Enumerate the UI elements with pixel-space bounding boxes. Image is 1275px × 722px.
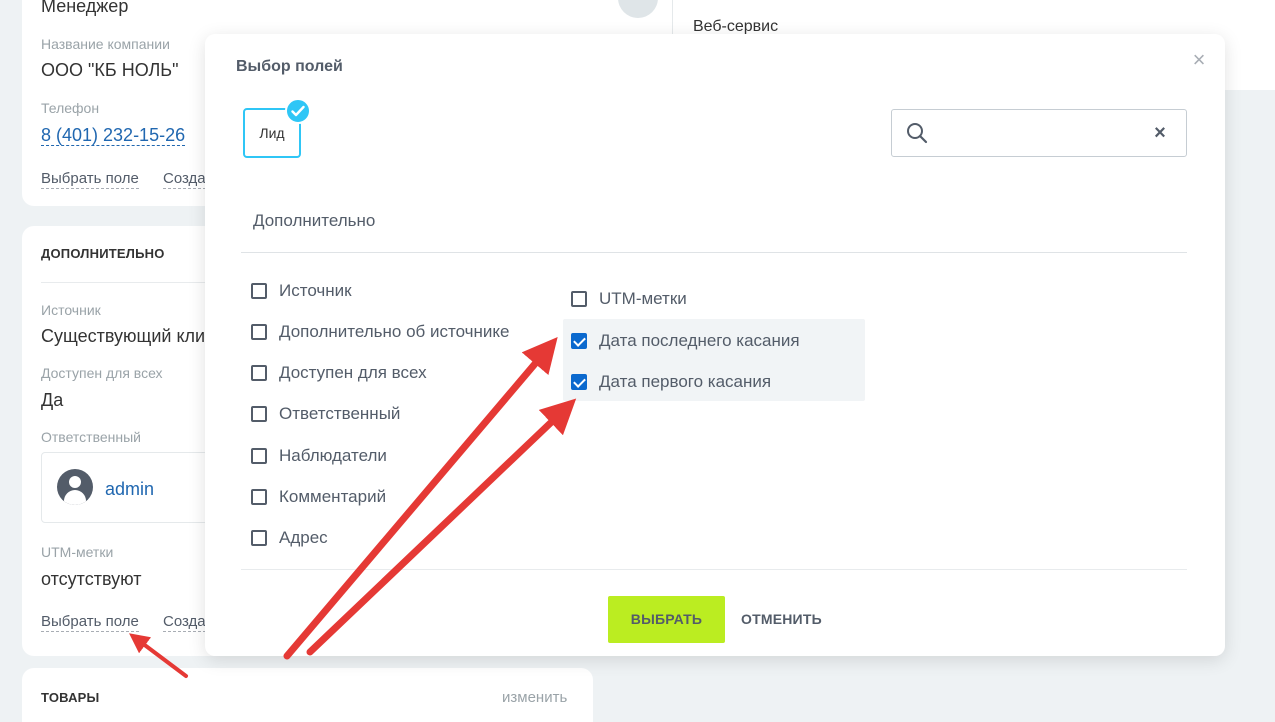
clear-icon[interactable]: × xyxy=(1150,123,1170,143)
footer-divider xyxy=(241,569,1187,570)
source-label: Источник xyxy=(41,302,101,318)
source-value: Существующий кли xyxy=(41,326,206,346)
checkbox[interactable] xyxy=(571,291,587,307)
cancel-button[interactable]: ОТМЕНИТЬ xyxy=(741,596,822,643)
search-box[interactable]: × xyxy=(891,109,1187,157)
user-avatar-icon xyxy=(57,469,93,505)
field-picker-dialog: Выбор полей × Лид × Дополнительно Источн… xyxy=(205,34,1225,656)
checkbox[interactable] xyxy=(251,406,267,422)
create-field-link[interactable]: Созда xyxy=(163,170,206,189)
company-value: ООО "КБ НОЛЬ" xyxy=(41,60,179,80)
search-input[interactable] xyxy=(936,120,1136,146)
option-label: Наблюдатели xyxy=(279,446,387,465)
close-icon[interactable]: × xyxy=(1189,49,1209,71)
create-field-link-2[interactable]: Созда xyxy=(163,613,206,632)
checkbox[interactable] xyxy=(251,324,267,340)
checkbox[interactable] xyxy=(251,530,267,546)
option-source-details[interactable]: Дополнительно об источнике xyxy=(251,320,510,344)
section-title: Дополнительно xyxy=(253,211,376,230)
option-address[interactable]: Адрес xyxy=(251,526,328,550)
extra-section-title: ДОПОЛНИТЕЛЬНО xyxy=(41,246,165,261)
option-label: Дата последнего касания xyxy=(599,331,800,350)
option-first-touch-date[interactable]: Дата первого касания xyxy=(571,370,771,394)
responsible-user-name[interactable]: admin xyxy=(105,479,154,500)
option-observers[interactable]: Наблюдатели xyxy=(251,444,387,468)
checkbox[interactable] xyxy=(251,448,267,464)
option-comment[interactable]: Комментарий xyxy=(251,485,386,509)
responsible-label: Ответственный xyxy=(41,429,141,445)
available-value: Да xyxy=(41,390,64,410)
checkbox-checked[interactable] xyxy=(571,374,587,390)
checkbox[interactable] xyxy=(251,489,267,505)
option-label: Комментарий xyxy=(279,487,387,506)
option-label: Источник xyxy=(279,281,352,300)
option-label: UTM-метки xyxy=(599,289,687,308)
utm-label: UTM-метки xyxy=(41,544,114,560)
products-title: ТОВАРЫ xyxy=(41,690,100,705)
option-label: Адрес xyxy=(279,528,328,547)
option-label: Дата первого касания xyxy=(599,372,772,391)
option-available-for-all[interactable]: Доступен для всех xyxy=(251,361,427,385)
choose-field-link[interactable]: Выбрать поле xyxy=(41,170,139,189)
option-last-touch-date[interactable]: Дата последнего касания xyxy=(571,329,800,353)
dialog-title: Выбор полей xyxy=(236,58,343,75)
choose-field-link-2[interactable]: Выбрать поле xyxy=(41,613,139,632)
checkbox-checked[interactable] xyxy=(571,333,587,349)
option-responsible[interactable]: Ответственный xyxy=(251,402,400,426)
available-label: Доступен для всех xyxy=(41,365,163,381)
checkbox[interactable] xyxy=(251,365,267,381)
company-label: Название компании xyxy=(41,36,170,52)
checkbox[interactable] xyxy=(251,283,267,299)
search-icon xyxy=(907,123,928,144)
checkmark-icon xyxy=(285,98,311,124)
section-divider xyxy=(241,252,1187,253)
option-label: Дополнительно об источнике xyxy=(279,322,510,341)
products-change-link[interactable]: изменить xyxy=(502,689,567,706)
option-source[interactable]: Источник xyxy=(251,279,352,303)
select-button[interactable]: ВЫБРАТЬ xyxy=(608,596,725,643)
phone-label: Телефон xyxy=(41,100,100,116)
phone-link[interactable]: 8 (401) 232-15-26 xyxy=(41,125,186,146)
option-utm-tags[interactable]: UTM-метки xyxy=(571,287,687,311)
option-label: Доступен для всех xyxy=(279,363,427,382)
utm-value: отсутствуют xyxy=(41,569,142,589)
position-value: Менеджер xyxy=(41,0,129,16)
option-label: Ответственный xyxy=(279,404,401,423)
